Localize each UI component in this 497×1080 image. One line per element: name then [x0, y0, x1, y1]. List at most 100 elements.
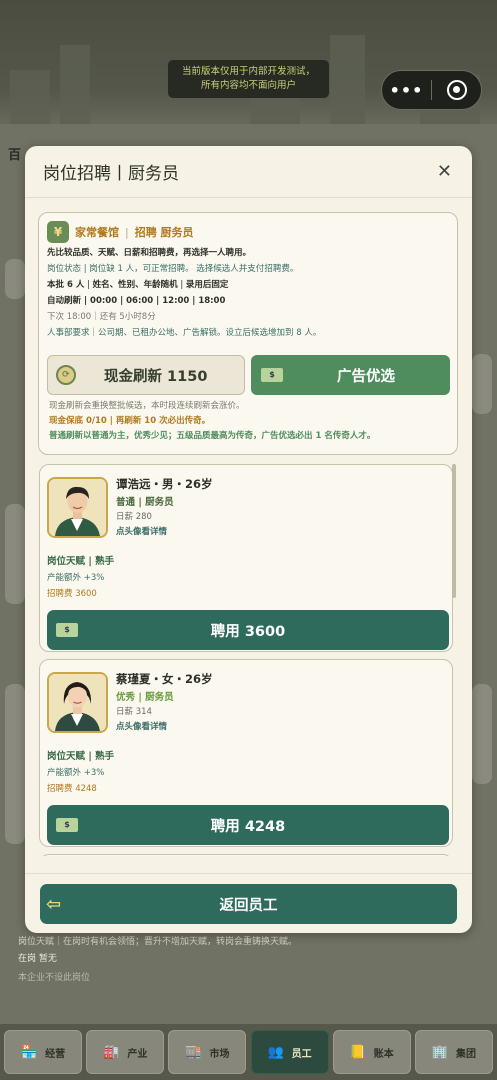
candidate-wage: 日薪 314	[116, 707, 152, 717]
info-description: 先比较品质、天赋、日薪和招聘费，再选择一人聘用。	[47, 248, 252, 258]
background-footer-text: 岗位天赋｜在岗时有机会领悟；晋升不增加天赋，转岗会重铸换天赋。	[18, 937, 298, 947]
nav-label: 产业	[127, 1048, 148, 1060]
close-icon[interactable]: ✕	[437, 161, 452, 182]
background-card	[472, 354, 492, 414]
background-card	[472, 684, 492, 784]
dev-notice-line1: 当前版本仅用于内部开发测试，	[181, 66, 315, 77]
candidate-bonus: 产能额外 +3%	[47, 768, 105, 778]
cash-icon: $	[261, 368, 283, 382]
staff-icon: 👥	[267, 1044, 284, 1060]
building-icon: 🏢	[431, 1044, 448, 1060]
money-bag-icon: ¥	[47, 221, 69, 243]
talent-value: 熟手	[95, 556, 115, 567]
nav-ledger[interactable]: 📒 账本	[332, 1030, 411, 1074]
candidate-detail-link[interactable]: 点头像看详情	[116, 525, 167, 537]
candidate-avatar[interactable]	[47, 477, 108, 538]
candidate-talent: 岗位天赋 | 熟手	[47, 751, 115, 762]
refresh-notes: 现金刷新会重换整批候选，本时段连续刷新会涨价。 现金保底 0/10 | 再刷新 …	[49, 400, 375, 443]
recruit-info-card: ¥ 家常餐馆 | 招聘 厨务员 先比较品质、天赋、日薪和招聘费，再选择一人聘用。…	[38, 212, 458, 455]
candidate-grade-role: 优秀 | 厨务员	[116, 692, 174, 703]
note-normal: 普通刷新以普通为主，优秀少见；五级品质最高为传奇，广告优选必出 1 名传奇人才。	[49, 431, 376, 441]
bottom-nav: 🏪 经营 🏭 产业 🏬 市场 👥 员工 📒 账本 🏢 集团	[0, 1024, 497, 1080]
candidate-role: 厨务员	[145, 692, 174, 703]
candidate-wage: 日薪 280	[116, 512, 152, 522]
candidate-card: 蔡瑾夏・女・26岁 优秀 | 厨务员 日薪 314 点头像看详情 岗位天赋 | …	[39, 659, 453, 847]
close-app-icon[interactable]	[432, 80, 481, 100]
ad-pick-button[interactable]: $ 广告优选	[251, 355, 450, 395]
batch-label: 本批 6 人	[47, 280, 85, 290]
cash-refresh-label: 现金刷新 1150	[104, 368, 208, 385]
candidate-grade: 优秀	[116, 692, 136, 703]
hire-label: 聘用 3600	[210, 623, 286, 640]
dev-notice: 当前版本仅用于内部开发测试， 所有内容均不面向用户	[168, 60, 329, 98]
ad-pick-label: 广告优选	[337, 368, 395, 385]
background-card	[5, 504, 25, 604]
nav-group[interactable]: 🏢 集团	[414, 1030, 493, 1074]
note-pity-label: 现金保底 0/10	[49, 416, 107, 426]
batch-fixed: 录用后固定	[185, 280, 229, 290]
candidate-talent: 岗位天赋 | 熟手	[47, 556, 115, 567]
candidate-card: 谭浩远・男・26岁 普通 | 厨务员 日薪 280 点头像看详情 岗位天赋 | …	[39, 464, 453, 652]
auto-refresh-label: 自动刷新	[47, 296, 82, 306]
candidate-fee: 招聘费 3600	[47, 589, 97, 599]
more-menu-icon[interactable]: •••	[382, 81, 431, 100]
note-pity: 现金保底 0/10 | 再刷新 10 次必出传奇。	[49, 416, 211, 426]
cash-refresh-button[interactable]: ⟳ 现金刷新 1150	[47, 355, 245, 395]
refresh-time: 00:00	[90, 296, 118, 306]
candidate-detail-link[interactable]: 点头像看详情	[116, 720, 167, 732]
refresh-time: 12:00	[162, 296, 190, 306]
post-status-label: 岗位状态	[47, 264, 82, 274]
shop-name: 家常餐馆	[75, 226, 119, 239]
dev-notice-line2: 所有内容均不面向用户	[200, 80, 296, 91]
refresh-buttons: ⟳ 现金刷新 1150 $ 广告优选	[47, 355, 450, 395]
post-status-value: 岗位缺 1 人，可正常招聘。 选择候选人并支付招聘费。	[89, 264, 299, 274]
modal-header: 岗位招聘丨厨务员 ✕	[25, 146, 472, 198]
hire-button[interactable]: $ 聘用 3600	[47, 610, 449, 650]
list-scrollbar[interactable]	[452, 464, 456, 598]
talent-label: 岗位天赋	[47, 751, 86, 762]
post-status: 岗位状态 | 岗位缺 1 人，可正常招聘。 选择候选人并支付招聘费。	[47, 264, 299, 274]
shop-icon: 🏪	[20, 1044, 38, 1060]
hire-button[interactable]: $ 聘用 4248	[47, 805, 449, 845]
nav-label: 市场	[209, 1048, 230, 1060]
divider: |	[125, 225, 129, 239]
back-to-staff-button[interactable]: ⇦ 返回员工	[40, 884, 457, 924]
hr-requirement: 人事部要求｜公司期、已租办公地、广告解锁。设立后候选增加到 8 人。	[47, 328, 322, 338]
back-label: 返回员工	[219, 897, 278, 914]
nav-label: 员工	[291, 1048, 312, 1060]
candidate-avatar[interactable]	[47, 672, 108, 733]
nav-staff[interactable]: 👥 员工	[250, 1030, 329, 1074]
talent-label: 岗位天赋	[47, 556, 86, 567]
refresh-coin-icon: ⟳	[56, 365, 76, 385]
candidate-bonus: 产能额外 +3%	[47, 573, 105, 583]
nav-label: 账本	[373, 1048, 394, 1060]
hire-label: 聘用 4248	[210, 818, 286, 835]
nav-market[interactable]: 🏬 市场	[168, 1030, 247, 1074]
note-cash: 现金刷新会重换整批候选，本时段连续刷新会涨价。	[49, 401, 245, 411]
batch-value: 姓名、性别、年龄随机	[92, 280, 178, 290]
talent-value: 熟手	[95, 751, 115, 762]
refresh-time: 18:00	[198, 296, 226, 306]
background-card	[5, 259, 25, 299]
background-card	[5, 684, 25, 844]
background-status: 在岗 暂无	[18, 954, 57, 964]
background-status-note: 本企业不设此岗位	[18, 973, 91, 983]
recruit-role: 招聘 厨务员	[134, 226, 194, 239]
background-title: 百	[8, 148, 22, 163]
auto-refresh: 自动刷新 | 00:00 | 06:00 | 12:00 | 18:00	[47, 296, 226, 306]
batch-info: 本批 6 人 | 姓名、性别、年龄随机 | 录用后固定	[47, 280, 229, 290]
nav-label: 集团	[455, 1048, 476, 1060]
modal-title: 岗位招聘丨厨务员	[43, 164, 179, 184]
recruit-modal: 岗位招聘丨厨务员 ✕ ¥ 家常餐馆 | 招聘 厨务员 先比较品质、天赋、日薪和招…	[25, 146, 472, 933]
modal-footer: ⇦ 返回员工	[25, 873, 472, 933]
candidate-name: 蔡瑾夏・女・26岁	[116, 672, 213, 686]
nav-operation[interactable]: 🏪 经营	[4, 1030, 83, 1074]
market-icon: 🏬	[185, 1044, 202, 1060]
ledger-icon: 📒	[349, 1044, 366, 1060]
candidate-fee: 招聘费 4248	[47, 784, 97, 794]
candidate-role: 厨务员	[145, 497, 174, 508]
candidate-name: 谭浩远・男・26岁	[116, 477, 213, 491]
candidate-list[interactable]: 谭浩远・男・26岁 普通 | 厨务员 日薪 280 点头像看详情 岗位天赋 | …	[38, 462, 458, 856]
nav-industry[interactable]: 🏭 产业	[86, 1030, 165, 1074]
info-title: ¥ 家常餐馆 | 招聘 厨务员	[47, 221, 449, 243]
